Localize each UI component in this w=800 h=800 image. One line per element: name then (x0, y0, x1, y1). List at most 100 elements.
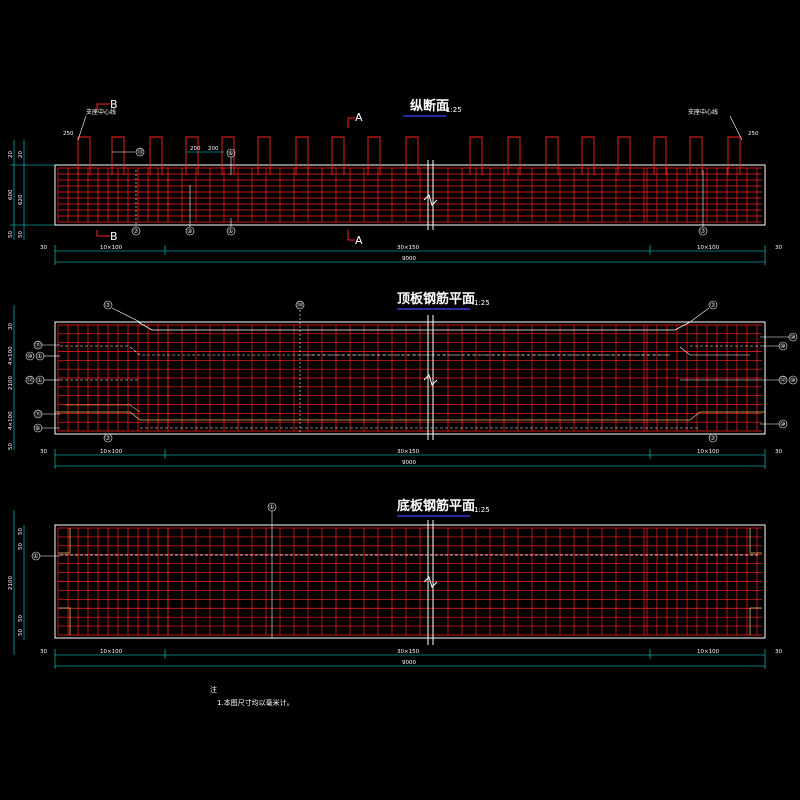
bottom-slab-leader-left: ① (31, 551, 60, 561)
longitudinal-horizontal-dims: 30 10×100 30×150 10×100 30 9000 (40, 245, 782, 265)
svg-text:⑥: ⑥ (228, 150, 233, 157)
notes-heading: 注 (210, 685, 217, 694)
stirrup-loop (405, 136, 419, 175)
stirrup-loop (295, 136, 309, 175)
top-slab-rebar-grid (57, 324, 762, 432)
svg-text:⑩: ⑩ (790, 334, 795, 341)
spacing-a: 200 (190, 146, 201, 152)
stirrup-loop (149, 136, 163, 175)
svg-text:50: 50 (18, 543, 24, 550)
svg-text:2100: 2100 (8, 376, 14, 390)
svg-text:⑫: ⑫ (780, 376, 786, 384)
svg-text:B: B (110, 230, 118, 243)
svg-text:30: 30 (40, 245, 47, 251)
longitudinal-stirrup-loops (77, 136, 741, 175)
svg-text:9000: 9000 (402, 660, 416, 666)
svg-text:9000: 9000 (402, 256, 416, 262)
svg-text:①: ① (37, 377, 42, 384)
svg-text:10×100: 10×100 (697, 449, 720, 455)
svg-text:30: 30 (40, 449, 47, 455)
stirrup-loop (689, 136, 703, 175)
top-slab-horizontal-dims: 30 10×100 30×150 10×100 30 9000 (40, 449, 782, 469)
top-slab-side-dims: 30 4×100 2100 4×100 50 (8, 305, 15, 450)
svg-text:30: 30 (775, 649, 782, 655)
svg-text:10×100: 10×100 (100, 245, 123, 251)
svg-text:30: 30 (40, 649, 47, 655)
svg-text:①: ① (228, 228, 233, 235)
stirrup-loop (257, 136, 271, 175)
svg-text:20: 20 (18, 151, 24, 158)
svg-text:⑭: ⑭ (297, 301, 303, 309)
svg-text:30: 30 (775, 245, 782, 251)
svg-text:①: ① (269, 504, 274, 511)
svg-text:⑦: ⑦ (105, 435, 111, 442)
svg-text:30: 30 (775, 449, 782, 455)
section-marker-a-bottom: A (347, 230, 363, 247)
svg-text:4×100: 4×100 (8, 346, 14, 365)
bottom-slab-leader-top: ① (267, 502, 277, 638)
stirrup-loop (617, 136, 631, 175)
top-slab-leader-top-middle: ⑭ (295, 300, 305, 310)
longitudinal-break-mark (423, 160, 438, 230)
svg-text:⑪: ⑪ (35, 410, 41, 418)
longitudinal-side-dims: 20 600 50 20 620 50 (8, 140, 55, 240)
top-slab-leaders-bottom: ⑦ ⑦ (103, 433, 718, 443)
svg-text:⑦: ⑦ (133, 228, 139, 235)
stirrup-spacing-left: 250 (63, 131, 74, 137)
svg-text:⑦: ⑦ (105, 302, 111, 309)
support-centerline-left: 支座中心线 (86, 108, 116, 116)
longitudinal-section-view: 纵断面 1:25 B B A A 支座中心线 支座中心线 250 250 200… (8, 98, 782, 265)
top-slab-scale: 1:25 (474, 299, 490, 307)
stirrup-spacing-right: 250 (748, 131, 759, 137)
svg-text:⑫: ⑫ (27, 376, 33, 384)
stirrup-loop (727, 136, 741, 175)
bottom-slab-title: 底板钢筋平面 (397, 498, 475, 514)
bottom-slab-side-dims: 50 50 2100 50 50 (8, 510, 25, 655)
svg-text:20: 20 (8, 151, 14, 158)
top-slab-leader-top-right: ⑦ (689, 300, 718, 323)
svg-text:50: 50 (18, 231, 24, 238)
svg-text:⑩: ⑩ (780, 343, 785, 350)
svg-text:50: 50 (18, 615, 24, 622)
section-marker-a-top: A (347, 111, 363, 128)
longitudinal-scale: 1:25 (446, 106, 462, 114)
svg-text:50: 50 (8, 231, 14, 238)
svg-text:10×100: 10×100 (100, 449, 123, 455)
svg-text:⑦: ⑦ (710, 435, 716, 442)
svg-text:⑩: ⑩ (780, 421, 785, 428)
svg-text:⑪: ⑪ (35, 341, 41, 349)
svg-text:30×150: 30×150 (397, 245, 420, 251)
bottom-slab-rebar-grid (57, 527, 762, 636)
stirrup-loop (653, 136, 667, 175)
svg-text:⑦: ⑦ (710, 302, 716, 309)
svg-text:A: A (355, 111, 363, 124)
svg-text:A: A (355, 234, 363, 247)
svg-text:30×150: 30×150 (397, 449, 420, 455)
notes-block: 注 1.本图尺寸均以毫米计。 (210, 685, 294, 707)
bottom-slab-scale: 1:25 (474, 506, 490, 514)
top-slab-plan-view: 顶板钢筋平面 1:25 ⑦ ⑭ ⑦ ⑪ ⑩ ① ⑫ ① ⑪ ⑥ ⑩ ⑩ ⑫ ⑩ … (8, 291, 798, 469)
support-centerline-right: 支座中心线 (688, 108, 718, 116)
longitudinal-title: 纵断面 (410, 98, 449, 114)
bottom-slab-plan-view: 底板钢筋平面 1:25 ① ① 50 50 2100 50 50 30 10×1… (8, 498, 782, 669)
svg-text:50: 50 (8, 443, 14, 450)
longitudinal-rebar-grid (57, 167, 762, 223)
top-slab-transition-lines (55, 310, 765, 434)
svg-text:⑦: ⑦ (700, 228, 706, 235)
svg-text:620: 620 (18, 194, 24, 205)
spacing-b: 200 (208, 146, 219, 152)
svg-text:②: ② (187, 228, 193, 235)
top-slab-leader-top-left: ⑦ (103, 300, 141, 323)
svg-text:2100: 2100 (8, 576, 14, 590)
bottom-slab-horizontal-dims: 30 10×100 30×150 10×100 30 9000 (40, 649, 782, 669)
svg-text:9000: 9000 (402, 460, 416, 466)
svg-text:10×100: 10×100 (697, 245, 720, 251)
longitudinal-leader-13: ⑬ (112, 147, 145, 157)
svg-text:30: 30 (8, 323, 14, 330)
svg-text:50: 50 (18, 528, 24, 535)
svg-text:600: 600 (8, 189, 14, 200)
stirrup-loop (545, 136, 559, 175)
note-item-1: 1.本图尺寸均以毫米计。 (217, 698, 294, 707)
svg-text:⑩: ⑩ (790, 377, 795, 384)
svg-text:4×100: 4×100 (8, 411, 14, 430)
